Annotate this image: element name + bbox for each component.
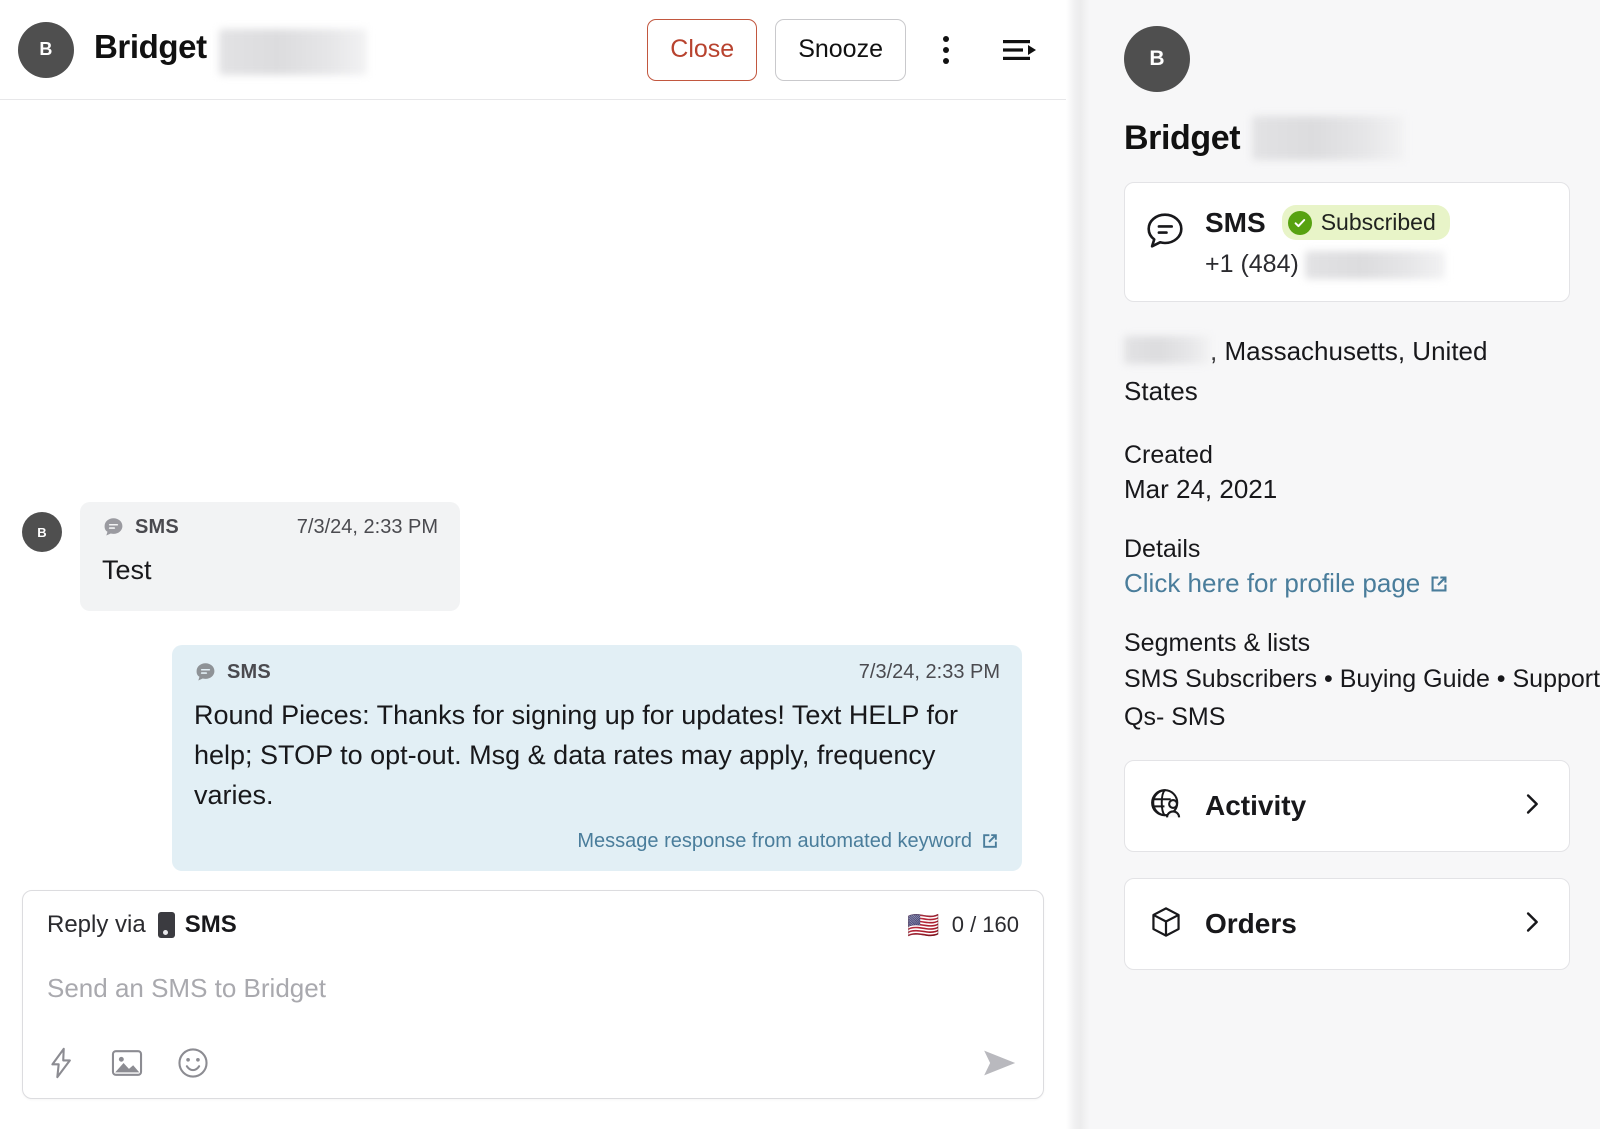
redacted-lastname xyxy=(1252,116,1405,160)
message-channel: SMS xyxy=(135,516,179,538)
external-link-icon xyxy=(983,834,997,849)
created-label: Created xyxy=(1124,441,1213,470)
close-button[interactable]: Close xyxy=(647,18,758,81)
character-count: 0 / 160 xyxy=(951,912,1019,937)
kebab-icon xyxy=(943,35,949,64)
phone-number: +1 (484) xyxy=(1205,250,1450,279)
message-timestamp: 7/3/24, 2:33 PM xyxy=(296,516,438,538)
status-badge: Subscribed xyxy=(1281,205,1450,240)
attach-image-button[interactable] xyxy=(111,1047,143,1079)
status-badge-label: Subscribed xyxy=(1320,209,1436,235)
reply-channel-selector[interactable]: SMS xyxy=(185,911,237,939)
sms-icon xyxy=(194,661,217,684)
page-title: Bridget xyxy=(94,28,367,75)
reply-composer: Reply via SMS 🇺🇸 0 / 160 Send an SMS to … xyxy=(22,890,1044,1099)
image-icon xyxy=(111,1050,143,1076)
automated-keyword-link[interactable]: Message response from automated keyword xyxy=(194,830,1000,853)
redacted-city xyxy=(1124,336,1210,364)
nav-item-activity[interactable]: Activity xyxy=(1124,760,1570,853)
conversation-pane: B Bridget Close Snooze B SMS 7/3/24, 2:3… xyxy=(0,0,1066,1129)
message-meta: SMS 7/3/24, 2:33 PM xyxy=(102,516,438,539)
channel-card: SMS Subscribed +1 (484) xyxy=(1124,182,1570,302)
profile-panel: B Bridget SMS Subscribed +1 (484) , Mass… xyxy=(1090,0,1600,1129)
composer-counter: 🇺🇸 0 / 160 xyxy=(907,912,1019,938)
segments-line-1: SMS Subscribers • Buying Guide • Support xyxy=(1124,665,1600,694)
profile-name: Bridget xyxy=(1124,116,1570,160)
quick-reply-button[interactable] xyxy=(47,1047,77,1079)
snooze-button[interactable]: Snooze xyxy=(775,18,906,81)
profile-first-name: Bridget xyxy=(1124,118,1241,157)
list-arrow-icon xyxy=(1003,39,1036,60)
message-bubble-incoming: SMS 7/3/24, 2:33 PM Test xyxy=(80,502,460,611)
app-root: B Bridget Close Snooze B SMS 7/3/24, 2:3… xyxy=(0,0,1600,1129)
composer-toolbar xyxy=(47,1046,1019,1080)
contact-name: Bridget xyxy=(94,28,207,66)
send-icon xyxy=(984,1050,1016,1076)
emoji-button[interactable] xyxy=(177,1047,209,1079)
smiley-icon xyxy=(178,1048,208,1078)
reply-via-label: Reply via xyxy=(47,911,146,938)
us-flag-icon: 🇺🇸 xyxy=(907,910,940,940)
profile-avatar: B xyxy=(1124,26,1190,92)
conversation-list-toggle-button[interactable] xyxy=(994,24,1046,76)
created-block: Created Mar 24, 2021 xyxy=(1124,441,1570,505)
sms-channel-icon xyxy=(1145,211,1185,256)
conversation-header: B Bridget Close Snooze xyxy=(0,0,1066,100)
more-options-button[interactable] xyxy=(920,24,972,76)
location-value: , Massachusetts, United States xyxy=(1124,332,1544,411)
redacted-lastname xyxy=(218,28,367,75)
message-avatar: B xyxy=(22,512,62,552)
nav-item-label: Orders xyxy=(1205,908,1297,940)
details-block: Details Click here for profile page xyxy=(1124,535,1570,599)
message-body: Test xyxy=(102,555,152,585)
chevron-right-icon xyxy=(1519,909,1545,940)
composer-container: Reply via SMS 🇺🇸 0 / 160 Send an SMS to … xyxy=(0,890,1066,1129)
redacted-phone xyxy=(1304,250,1445,279)
message-input[interactable]: Send an SMS to Bridget xyxy=(47,973,1019,1004)
message-list[interactable]: B SMS 7/3/24, 2:33 PM Test SMS 7/3/24, 2… xyxy=(0,100,1066,890)
segments-block: Segments & lists SMS Subscribers • Buyin… xyxy=(1124,629,1600,734)
message-body: Round Pieces: Thanks for signing up for … xyxy=(194,699,958,810)
message-meta: SMS 7/3/24, 2:33 PM xyxy=(194,661,1000,684)
channel-card-header: SMS Subscribed xyxy=(1205,205,1450,240)
external-link-icon xyxy=(1431,576,1447,592)
automated-keyword-label: Message response from automated keyword xyxy=(577,829,972,852)
sms-icon xyxy=(102,516,125,539)
profile-page-link-label: Click here for profile page xyxy=(1124,568,1421,599)
globe-person-icon xyxy=(1149,787,1183,826)
mobile-phone-icon xyxy=(157,912,175,938)
nav-item-orders[interactable]: Orders xyxy=(1124,878,1570,971)
details-label: Details xyxy=(1124,535,1201,564)
send-button[interactable] xyxy=(981,1046,1019,1080)
segments-label: Segments & lists xyxy=(1124,629,1311,658)
channel-card-content: SMS Subscribed +1 (484) xyxy=(1205,205,1450,279)
avatar: B xyxy=(18,21,74,78)
phone-prefix: +1 (484) xyxy=(1205,250,1299,278)
message-timestamp: 7/3/24, 2:33 PM xyxy=(858,660,1000,683)
box-icon xyxy=(1149,905,1183,944)
composer-header: Reply via SMS 🇺🇸 0 / 160 xyxy=(47,911,1019,939)
panel-divider xyxy=(1066,0,1090,1129)
channel-name: SMS xyxy=(1205,206,1266,238)
chevron-right-icon xyxy=(1519,791,1545,822)
lightning-bolt-icon xyxy=(51,1047,71,1079)
created-value: Mar 24, 2021 xyxy=(1124,474,1278,505)
nav-item-label: Activity xyxy=(1205,790,1307,822)
message-list-top-spacer xyxy=(22,100,1044,502)
segments-line-2: Qs- SMS xyxy=(1124,703,1226,732)
message-bubble-outgoing: SMS 7/3/24, 2:33 PM Round Pieces: Thanks… xyxy=(172,644,1022,871)
location-block: , Massachusetts, United States xyxy=(1124,332,1570,411)
profile-page-link[interactable]: Click here for profile page xyxy=(1124,568,1450,599)
message-row-incoming: B SMS 7/3/24, 2:33 PM Test xyxy=(22,502,1044,611)
message-channel: SMS xyxy=(227,660,271,683)
check-circle-icon xyxy=(1287,210,1312,235)
